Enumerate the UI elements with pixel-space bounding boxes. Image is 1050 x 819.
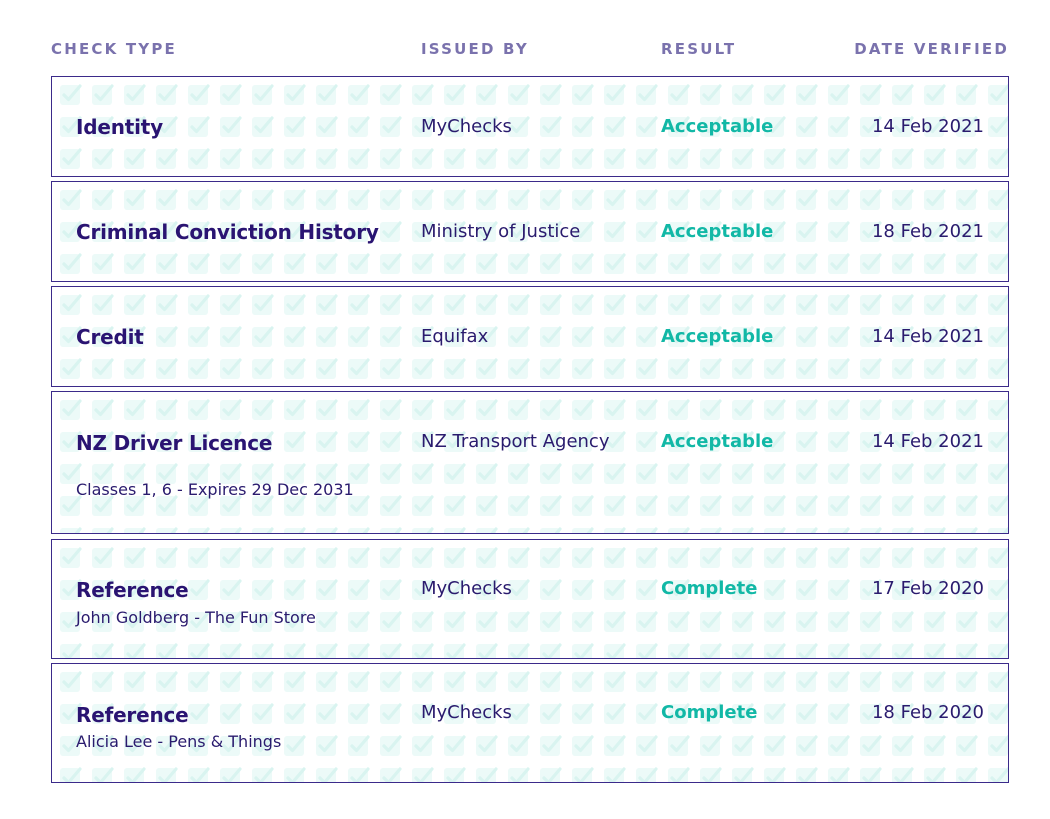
issued-by-value: MyChecks: [421, 116, 512, 137]
result-status: Acceptable: [661, 326, 774, 347]
check-type-label: Reference: [76, 578, 189, 602]
date-verified-value: 18 Feb 2021: [871, 221, 984, 242]
result-status: Acceptable: [661, 221, 774, 242]
check-type-label: Identity: [76, 115, 163, 139]
header-date-verified: DATE VERIFIED: [854, 40, 1009, 58]
result-status: Acceptable: [661, 116, 774, 137]
header-issued-by: ISSUED BY: [421, 40, 529, 58]
date-verified-value: 18 Feb 2020: [871, 702, 984, 723]
check-row-reference[interactable]: Reference Alicia Lee - Pens & Things MyC…: [51, 663, 1009, 783]
issued-by-value: MyChecks: [421, 578, 512, 599]
issued-by-value: Ministry of Justice: [421, 221, 581, 242]
check-row-credit[interactable]: Credit Equifax Acceptable 14 Feb 2021: [51, 286, 1009, 387]
date-verified-value: 14 Feb 2021: [871, 116, 984, 137]
result-status: Acceptable: [661, 431, 774, 452]
result-status: Complete: [661, 578, 758, 599]
check-subtitle: Classes 1, 6 - Expires 29 Dec 2031: [76, 480, 354, 499]
date-verified-value: 14 Feb 2021: [871, 431, 984, 452]
header-result: RESULT: [661, 40, 737, 58]
check-row-criminal-conviction-history[interactable]: Criminal Conviction History Ministry of …: [51, 181, 1009, 282]
header-check-type: CHECK TYPE: [51, 40, 177, 58]
check-subtitle: John Goldberg - The Fun Store: [76, 608, 316, 627]
check-type-label: Criminal Conviction History: [76, 220, 379, 244]
check-row-nz-driver-licence[interactable]: NZ Driver Licence Classes 1, 6 - Expires…: [51, 391, 1009, 534]
date-verified-value: 17 Feb 2020: [871, 578, 984, 599]
check-row-reference[interactable]: Reference John Goldberg - The Fun Store …: [51, 539, 1009, 659]
table-header: CHECK TYPE ISSUED BY RESULT DATE VERIFIE…: [0, 40, 1050, 64]
date-verified-value: 14 Feb 2021: [871, 326, 984, 347]
check-row-identity[interactable]: Identity MyChecks Acceptable 14 Feb 2021: [51, 76, 1009, 177]
result-status: Complete: [661, 702, 758, 723]
check-subtitle: Alicia Lee - Pens & Things: [76, 732, 282, 751]
issued-by-value: NZ Transport Agency: [421, 431, 610, 452]
check-type-label: Reference: [76, 703, 189, 727]
check-type-label: NZ Driver Licence: [76, 431, 273, 455]
check-type-label: Credit: [76, 325, 144, 349]
issued-by-value: Equifax: [421, 326, 489, 347]
issued-by-value: MyChecks: [421, 702, 512, 723]
